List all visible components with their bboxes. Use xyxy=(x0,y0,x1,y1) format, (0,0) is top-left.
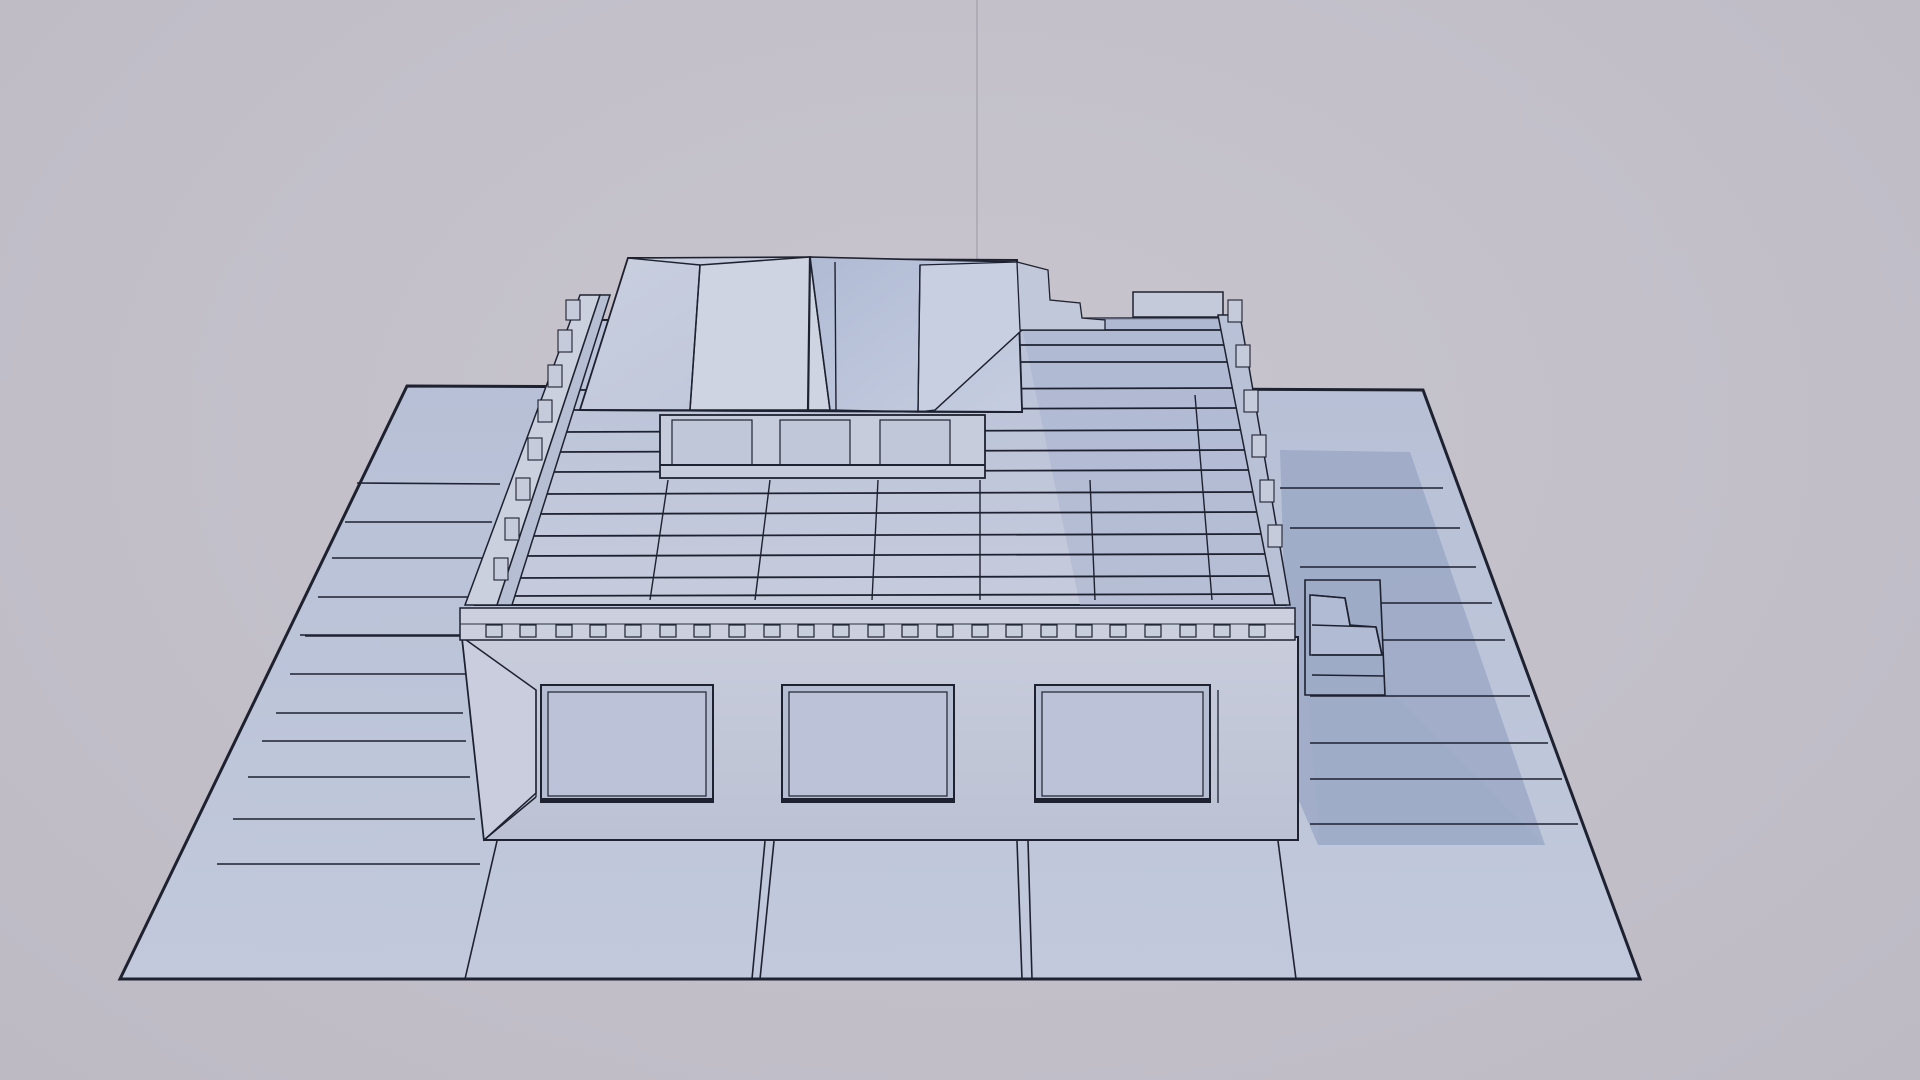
3d-viewport[interactable] xyxy=(0,0,1920,1080)
side-stairs xyxy=(1304,579,1386,696)
building-model-render[interactable] xyxy=(0,0,1920,1080)
roof-vent xyxy=(1132,291,1224,318)
front-windows xyxy=(540,684,1211,803)
